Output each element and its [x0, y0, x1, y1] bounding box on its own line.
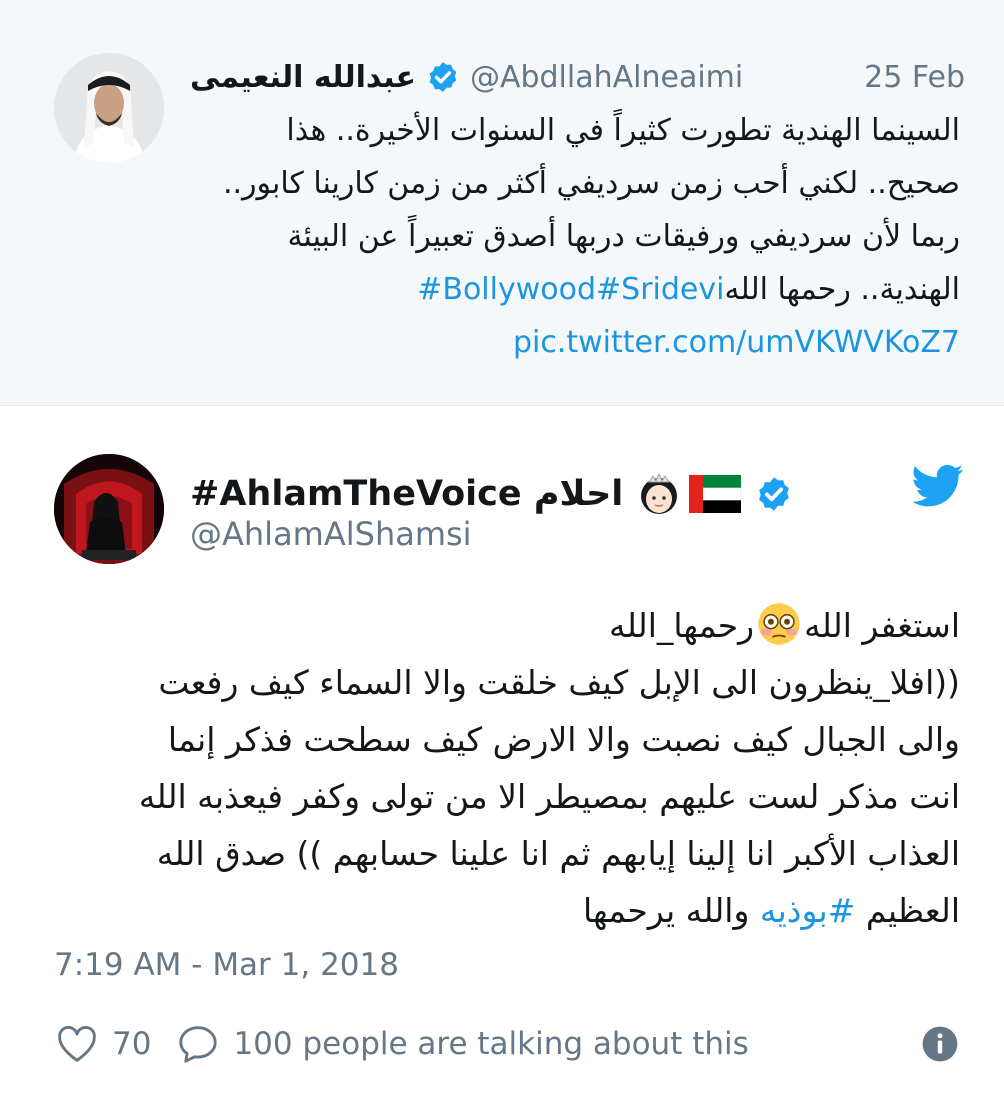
tweet-text-fragment: العظيم [855, 891, 960, 930]
heart-icon[interactable] [54, 1021, 100, 1067]
like-count[interactable]: 70 [112, 1026, 151, 1062]
quoted-tweet-text: السينما الهندية تطورت كثيراً في السنوات … [120, 104, 960, 369]
author-name-row: #AhlamTheVoice احلام [190, 466, 803, 522]
quoted-author-handle[interactable]: @AbdllahAlneaimi [470, 60, 743, 95]
flushed-face-emoji-icon [758, 603, 800, 645]
quoted-tweet-header: عبدالله النعيمى @AbdllahAlneaimi 25 Feb [190, 52, 965, 102]
talking-about-label[interactable]: 100 people are talking about this [233, 1026, 748, 1062]
pic-link[interactable]: pic.twitter.com/umVKWVKoZ7 [120, 316, 960, 369]
quoted-text-fragment: الهندية.. رحمها الله [724, 272, 960, 307]
tweet-actions-bar: 70 100 people are talking about this [54, 1018, 959, 1070]
quoted-text-line: السينما الهندية تطورت كثيراً في السنوات … [286, 113, 960, 148]
quoted-tweet-card[interactable]: عبدالله النعيمى @AbdllahAlneaimi 25 Feb … [0, 0, 1004, 406]
info-icon[interactable] [921, 1025, 959, 1063]
twitter-bird-icon[interactable] [912, 464, 964, 508]
tweet-text-line: استغفر الله رحمها_الله [80, 597, 960, 654]
author-avatar[interactable] [54, 454, 164, 564]
quoted-author-name[interactable]: عبدالله النعيمى [190, 60, 416, 95]
tweet-text-line: ((افلا_ينظرون الى الإبل كيف خلقت والا ال… [158, 663, 960, 702]
verified-badge-icon [759, 477, 790, 511]
speech-bubble-icon[interactable] [175, 1021, 221, 1067]
tweet-text-fragment: رحمها_الله [609, 606, 755, 645]
verified-badge-icon [429, 62, 457, 92]
quoted-tweet-date[interactable]: 25 Feb [864, 60, 965, 95]
uae-flag-icon [689, 475, 742, 513]
tweet-text-fragment: والله يرحمها [583, 891, 760, 930]
princess-emoji-icon [641, 472, 678, 514]
author-name[interactable]: #AhlamTheVoice احلام [190, 474, 623, 514]
tweet-text-line: والى الجبال كيف نصبت والا الارض كيف سطحت… [167, 720, 960, 759]
hashtag-link[interactable]: #بوذيه [760, 891, 855, 930]
tweet-text-line: انت مذكر لست عليهم بمصيطر الا من تولى وك… [138, 777, 960, 816]
tweet-text: استغفر الله رحمها_الله ((افلا_ينظرون الى… [80, 597, 960, 939]
tweet-text-fragment: استغفر الله [804, 606, 960, 645]
quoted-text-line: الهندية.. رحمها الله#Bollywood#Sridevi [120, 263, 960, 316]
tweet-timestamp[interactable]: 7:19 AM - Mar 1, 2018 [54, 947, 399, 983]
author-handle[interactable]: @AhlamAlShamsi [190, 515, 472, 553]
tweet-text-line: العظيم #بوذيه والله يرحمها [80, 882, 960, 939]
hashtag-links[interactable]: #Bollywood#Sridevi [417, 272, 724, 307]
quoted-text-line: صحيح.. لكني أحب زمن سرديفي أكثر من زمن ك… [222, 166, 960, 201]
tweet-text-line: العذاب الأكبر انا إلينا إيابهم ثم انا عل… [156, 834, 960, 873]
quoted-text-line: ربما لأن سرديفي ورفيقات دربها أصدق تعبير… [287, 219, 960, 254]
